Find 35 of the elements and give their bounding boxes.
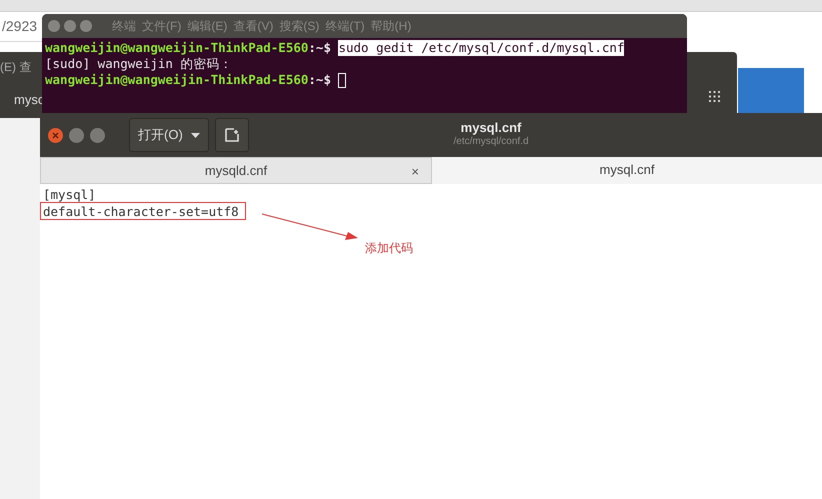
open-button[interactable]: 打开(O) (129, 118, 209, 152)
url-text: /2923 (2, 17, 38, 36)
close-icon[interactable]: × (411, 162, 419, 182)
tab-label: mysqld.cnf (204, 162, 268, 180)
menu-item[interactable]: 终端 (112, 17, 136, 35)
menu-item[interactable]: 编辑(E) (187, 17, 228, 35)
command-text: sudo gedit /etc/mysql/conf.d/mysql.cnf (338, 40, 624, 56)
menu-item[interactable]: 查看(V) (233, 17, 274, 35)
new-tab-button[interactable] (214, 118, 249, 152)
menu-item[interactable]: 终端(T) (325, 17, 365, 35)
menu-item[interactable]: 搜索(S) (279, 17, 320, 35)
close-icon[interactable] (48, 20, 60, 32)
app-grid-icon[interactable] (709, 91, 720, 102)
tab[interactable]: mysqld.cnf × (40, 157, 432, 184)
minimize-icon[interactable] (69, 128, 84, 142)
menu-text: (E) 查 (0, 59, 32, 76)
path-text: :~$ (308, 72, 331, 88)
caret-icon (190, 132, 200, 138)
new-document-icon (224, 128, 239, 142)
maximize-icon[interactable] (90, 128, 105, 142)
annotation-text: 添加代码 (365, 240, 413, 257)
minimize-icon[interactable] (64, 20, 76, 32)
path-text: :~$ (308, 40, 331, 56)
menu-item[interactable]: 帮助(H) (370, 17, 412, 35)
window-title: mysql.cnf (460, 120, 522, 136)
close-icon[interactable] (48, 128, 63, 142)
maximize-icon[interactable] (80, 20, 92, 32)
menu-item[interactable]: 文件(F) (142, 17, 182, 35)
code-line: [mysql] (42, 186, 97, 203)
tab[interactable]: mysql.cnf (432, 157, 822, 184)
output-text: [sudo] wangweijin 的密码： (45, 56, 232, 72)
tab-label: mysql.cnf (600, 161, 654, 180)
prompt-text: wangweijin@wangweijin-ThinkPad-E560 (45, 72, 308, 88)
window-subtitle: /etc/mysql/conf.d (453, 136, 529, 148)
prompt-text: wangweijin@wangweijin-ThinkPad-E560 (45, 40, 308, 56)
